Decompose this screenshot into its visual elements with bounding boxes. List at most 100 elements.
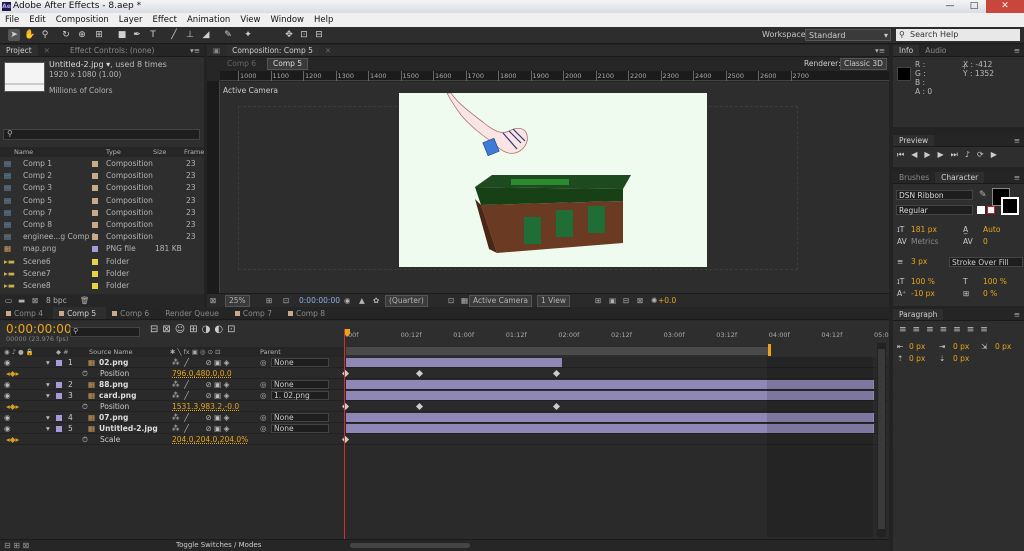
eye-icon[interactable]: ◉ <box>4 423 11 434</box>
layer-switches[interactable]: ⁂ ╱ ⊘ ▣ ◈ <box>172 423 229 434</box>
preview-controls[interactable]: ⏮◀▶▶⏭♪⟳▶ <box>897 150 1004 160</box>
panel-menu-icon[interactable]: ≡ <box>1014 45 1020 57</box>
tab-timeline-4[interactable]: Comp 7 <box>229 307 282 319</box>
label-swatch[interactable] <box>92 185 98 192</box>
baseline-shift-value[interactable]: -10 px <box>911 288 935 300</box>
stopwatch-icon[interactable]: ⏱ <box>82 368 88 379</box>
tab-audio[interactable]: Audio <box>919 45 952 56</box>
zoom-select[interactable]: 25% <box>225 295 250 307</box>
menu-layer[interactable]: Layer <box>114 13 148 27</box>
layer-row[interactable]: ◉ ▾ 1 ▦ 02.png ⁂ ╱ ⊘ ▣ ◈ ◎ None <box>0 357 889 368</box>
exposure-icon[interactable]: ✺ <box>651 294 657 308</box>
label-swatch[interactable] <box>56 360 62 366</box>
property-row[interactable]: ◂◆▸ ⏱ Position 1531.3,983.2,-0.0 <box>0 401 889 412</box>
resolution-select[interactable]: (Quarter) <box>385 295 428 307</box>
close-icon[interactable]: ✕ <box>38 45 56 56</box>
twirl-icon[interactable]: ▾ <box>46 423 50 434</box>
project-item[interactable]: ▸▬ Scene7 Folder <box>0 268 204 280</box>
label-swatch[interactable] <box>92 222 98 228</box>
fast-previews-icon[interactable]: ▣ <box>609 294 616 308</box>
label-swatch[interactable] <box>56 393 62 399</box>
panel-menu-icon[interactable]: ▾≡ <box>875 45 885 57</box>
puppet-pin-icon[interactable]: ✦ <box>242 29 254 41</box>
pan-behind-icon[interactable]: ⊞ <box>93 29 105 41</box>
flowchart-icon[interactable]: ⊠ <box>637 294 643 308</box>
parent-pickwhip-icon[interactable]: ◎ <box>260 357 267 368</box>
font-style-select[interactable]: Regular <box>896 205 973 215</box>
project-item[interactable]: ▤ Comp 7 Composition 23 <box>0 207 204 219</box>
twirl-icon[interactable]: ▾ <box>46 390 50 401</box>
col-frame[interactable]: Frame <box>184 147 204 157</box>
close-button[interactable]: ✕ <box>986 0 1024 13</box>
menu-edit[interactable]: Edit <box>24 13 50 27</box>
project-item[interactable]: ▸▬ Scene8 Folder <box>0 280 204 292</box>
property-row[interactable]: ◂◆▸ ⏱ Scale 204.0,204.0,204.0% <box>0 434 889 445</box>
project-item[interactable]: ▤ Comp 5 Composition 23 <box>0 195 204 207</box>
label-swatch[interactable] <box>92 270 98 277</box>
menu-view[interactable]: View <box>235 13 265 27</box>
renderer-select[interactable]: Classic 3D <box>840 58 887 70</box>
keyframe-nav-icon[interactable]: ◂◆▸ <box>6 434 19 445</box>
stopwatch-icon[interactable]: ⏱ <box>82 401 88 412</box>
rotate-tool-icon[interactable]: ↻ <box>60 29 72 41</box>
world-axis-icon[interactable]: ⊡ <box>298 29 310 41</box>
parent-select[interactable]: None <box>271 358 329 367</box>
close-icon[interactable]: ✕ <box>319 45 337 56</box>
kerning-value[interactable]: Metrics <box>911 236 938 248</box>
minimize-button[interactable]: — <box>938 0 962 13</box>
project-item[interactable]: ▤ Comp 3 Composition 23 <box>0 182 204 194</box>
project-item[interactable]: ▤ Comp 2 Composition 23 <box>0 170 204 182</box>
property-value[interactable]: 796.0,480.0,0.0 <box>172 368 232 379</box>
hand-tool-icon[interactable]: ✋ <box>24 29 36 41</box>
tab-brushes[interactable]: Brushes <box>893 172 935 183</box>
twirl-icon[interactable]: ▾ <box>46 412 50 423</box>
toggle-switches-button[interactable]: Toggle Switches / Modes <box>176 541 261 549</box>
layer-row[interactable]: ◉ ▾ 5 ▦ Untitled-2.jpg ⁂ ╱ ⊘ ▣ ◈ ◎ None <box>0 423 889 434</box>
layer-name[interactable]: card.png <box>99 390 137 401</box>
indent-right-value[interactable]: 0 px <box>953 341 969 353</box>
label-swatch[interactable] <box>92 234 98 241</box>
panel-menu-icon[interactable]: ≡ <box>1014 135 1020 147</box>
layer-name[interactable]: 88.png <box>99 379 128 390</box>
zoom-slider[interactable] <box>350 543 470 548</box>
camera-select[interactable]: Active Camera <box>469 295 533 307</box>
work-area-bar[interactable] <box>346 347 769 355</box>
tracking-value[interactable]: 0 <box>983 236 988 248</box>
trash-icon[interactable]: 🗑 <box>80 294 90 307</box>
safe-zones-icon[interactable]: ⊞ <box>266 294 272 308</box>
indent-first-value[interactable]: 0 px <box>995 341 1011 353</box>
menu-window[interactable]: Window <box>265 13 309 27</box>
layer-bar[interactable] <box>346 358 563 367</box>
project-search-input[interactable]: ⚲ <box>3 129 200 140</box>
lock-icon[interactable]: ▣ <box>207 45 226 56</box>
current-timecode[interactable]: 0:00:00:00 <box>6 322 72 336</box>
label-swatch[interactable] <box>92 209 98 216</box>
col-type[interactable]: Type <box>106 147 121 157</box>
indent-left-value[interactable]: 0 px <box>909 341 925 353</box>
local-axis-icon[interactable]: ✥ <box>283 29 295 41</box>
col-parent[interactable]: Parent <box>260 347 281 357</box>
label-swatch[interactable] <box>56 382 62 388</box>
stroke-color-swatch[interactable] <box>1001 197 1019 215</box>
channel-icon[interactable]: ✿ <box>373 294 379 308</box>
font-size-value[interactable]: 181 px <box>911 224 937 236</box>
toggle-pixel-aspect-icon[interactable]: ⊞ <box>595 294 601 308</box>
stroke-width-value[interactable]: 3 px <box>911 256 927 268</box>
show-snapshot-icon[interactable]: ▲ <box>359 294 365 308</box>
keyframe-nav-icon[interactable]: ◂◆▸ <box>6 368 19 379</box>
views-select[interactable]: 1 View <box>537 295 570 307</box>
label-swatch[interactable] <box>92 161 98 167</box>
parent-select[interactable]: None <box>271 380 329 389</box>
orbit-camera-icon[interactable]: ⊕ <box>76 29 88 41</box>
tab-timeline-3[interactable]: Render Queue <box>159 307 229 319</box>
tab-effect-controls[interactable]: Effect Controls: (none) <box>56 45 160 56</box>
time-ruler[interactable]: 00f 00:12f 01:00f 01:12f 02:00f 02:12f 03:00f 0… <box>344 331 889 343</box>
layer-row[interactable]: ◉ ▾ 4 ▦ 07.png ⁂ ╱ ⊘ ▣ ◈ ◎ None <box>0 412 889 423</box>
col-name[interactable]: Name <box>14 147 33 157</box>
leading-value[interactable]: Auto <box>983 224 1000 236</box>
eyedropper-icon[interactable]: ✎ <box>979 190 987 200</box>
maximize-button[interactable]: □ <box>962 0 986 13</box>
footage-name[interactable]: Untitled-2.jpg ▾ <box>49 60 110 69</box>
panel-menu-icon[interactable]: ≡ <box>1014 309 1020 321</box>
timeline-scrollbar[interactable] <box>877 343 886 537</box>
